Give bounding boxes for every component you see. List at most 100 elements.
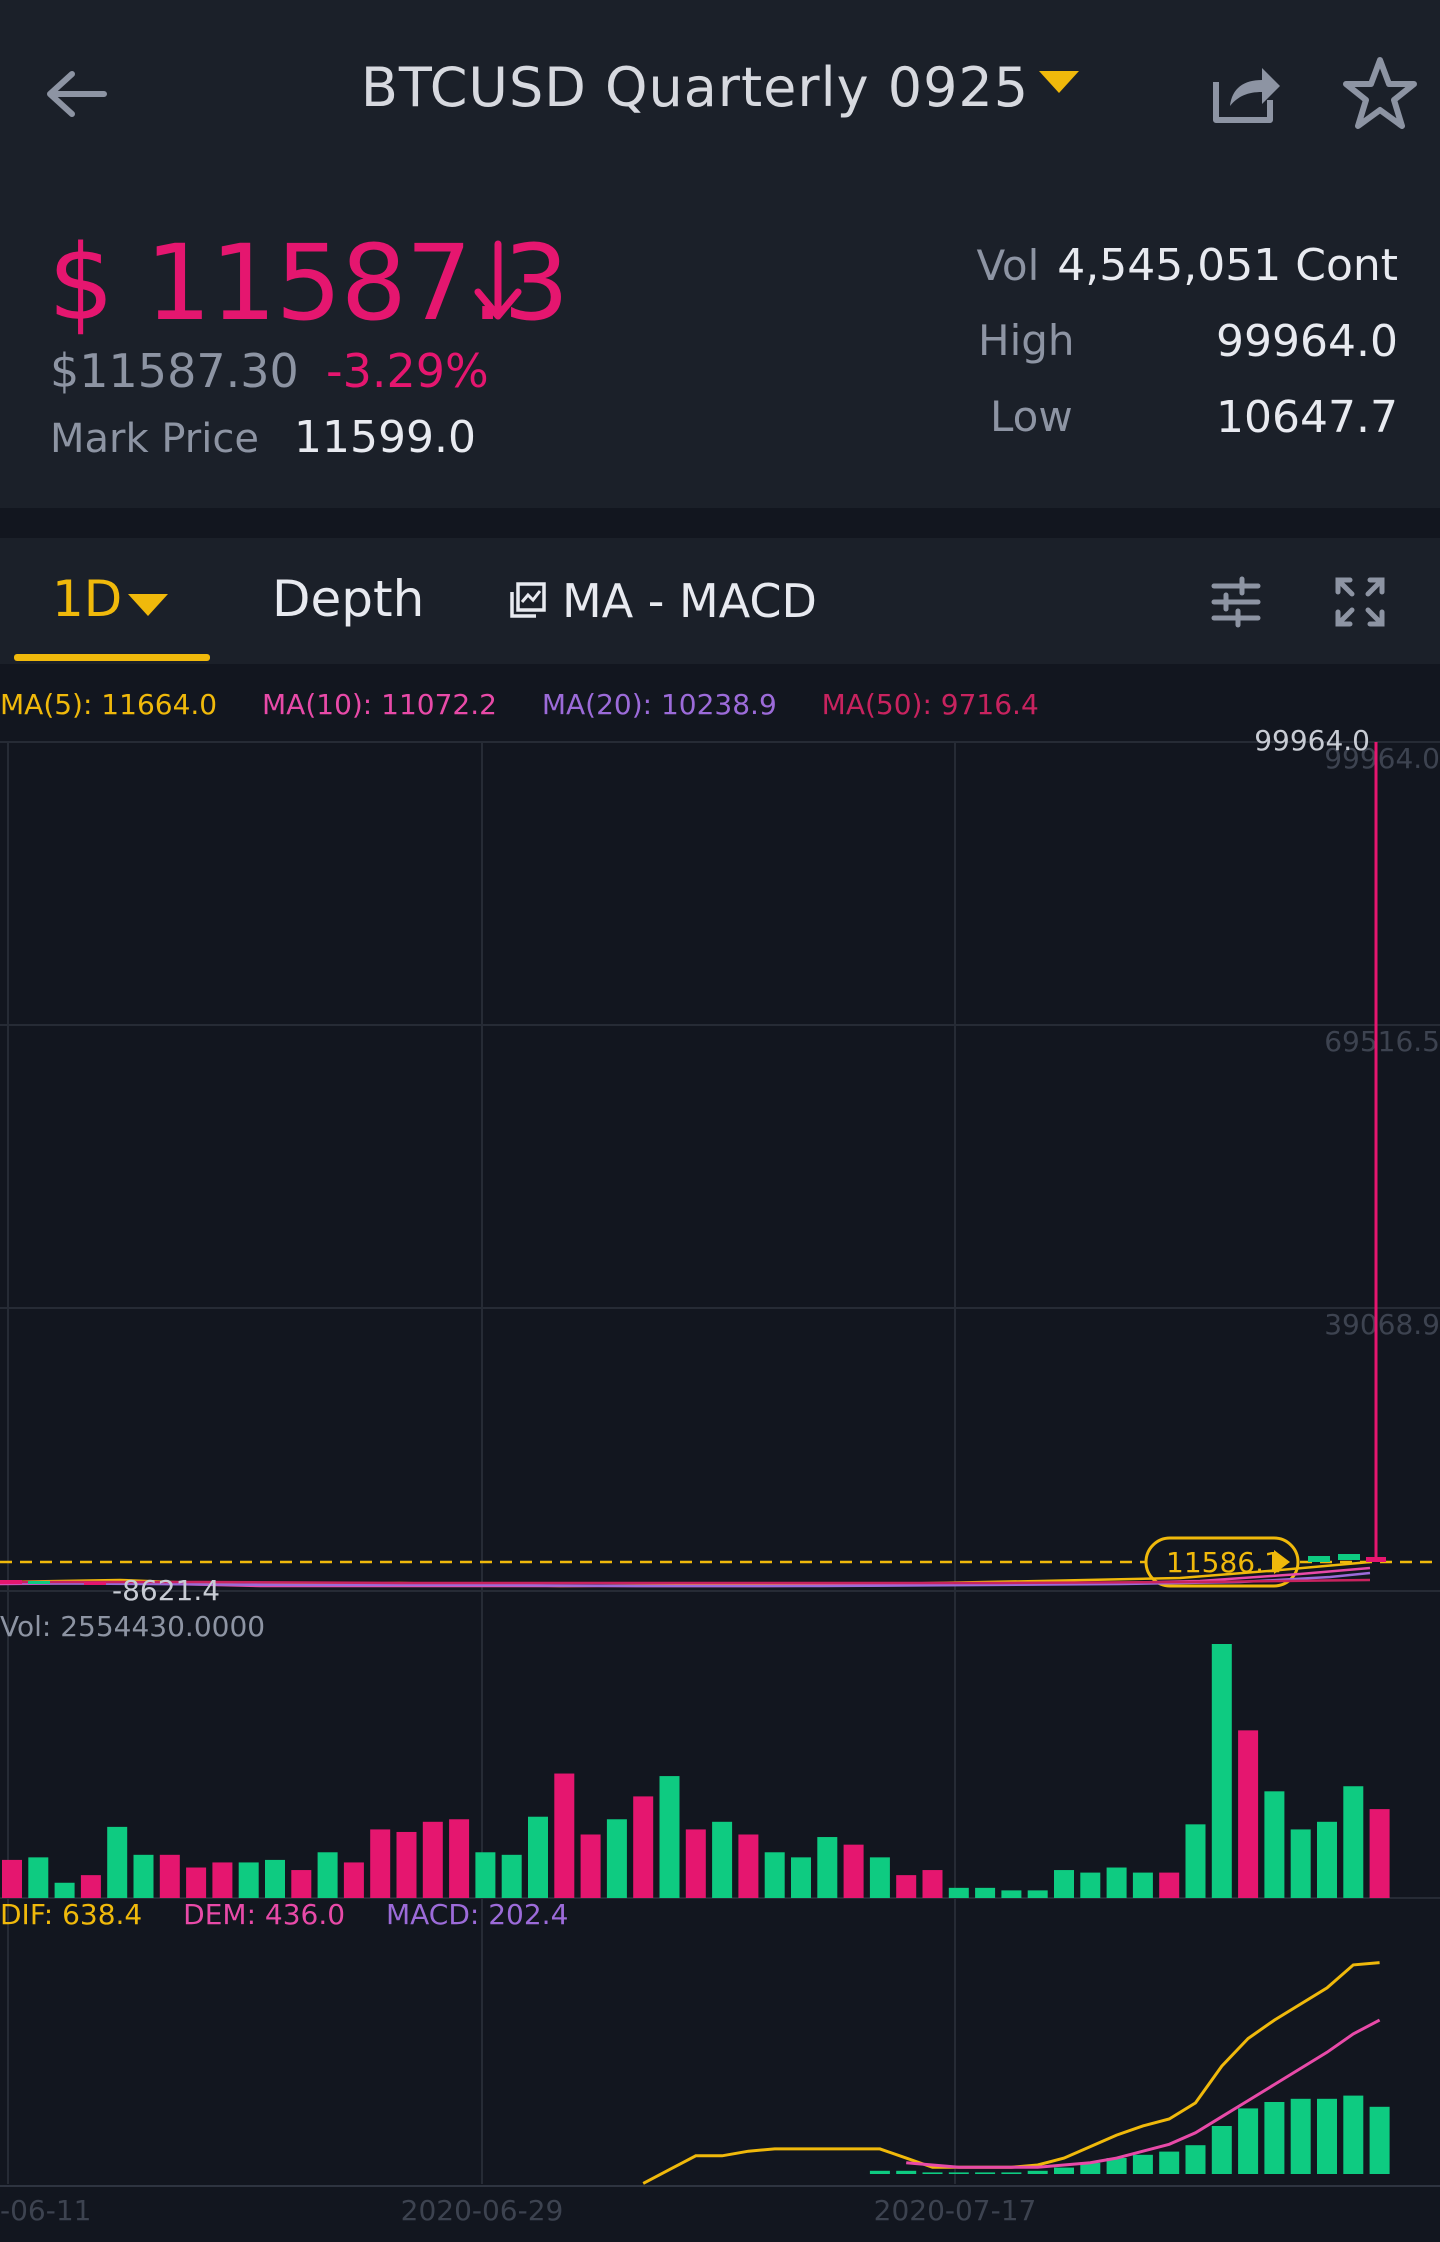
price-chart[interactable]: 99964.0 69516.5 39068.9 99964.0 11586.1 … — [0, 664, 1440, 2242]
macd-bar — [1290, 2098, 1311, 2174]
caret-down-icon[interactable] — [128, 594, 168, 616]
share-icon[interactable] — [1206, 54, 1284, 132]
volume-bar — [580, 1834, 601, 1898]
mark-price-label: Mark Price — [50, 416, 259, 462]
chart-tabs: 1D Depth MA - MACD — [0, 538, 1440, 664]
x-tick-label: 2020-06-29 — [401, 2194, 564, 2227]
y-axis-label: 69516.5 — [1324, 1025, 1440, 1058]
macd-legend: DIF: 638.4 DEM: 436.0 MACD: 202.4 — [0, 1898, 600, 1931]
volume-bar — [1080, 1872, 1101, 1898]
divider — [0, 508, 1440, 538]
low-stat: Low 10647.7 — [978, 392, 1398, 443]
volume-bar — [975, 1887, 996, 1898]
macd-bar — [1001, 2172, 1022, 2174]
high-stat: High 99964.0 — [978, 316, 1398, 367]
volume-bar — [948, 1887, 969, 1898]
x-tick-label: 2020-07-17 — [874, 2194, 1037, 2227]
chart-area[interactable]: MA(5): 11664.0 MA(10): 11072.2 MA(20): 1… — [0, 664, 1440, 2242]
volume-bar — [1027, 1890, 1048, 1898]
volume-bar — [159, 1854, 180, 1898]
high-label: High — [978, 316, 1075, 365]
macd-label: MACD: 202.4 — [385, 1898, 569, 1931]
macd-bar — [1211, 2126, 1232, 2174]
grid-lines — [0, 741, 1440, 2184]
max-price-label: 99964.0 — [1254, 724, 1370, 757]
macd-bar — [948, 2172, 969, 2174]
macd-bar — [975, 2172, 996, 2174]
volume-bar — [80, 1875, 101, 1898]
macd-bar — [1317, 2098, 1337, 2174]
volume-bar — [212, 1862, 233, 1898]
tab-indicators[interactable]: MA - MACD — [562, 574, 817, 628]
tab-interval[interactable]: 1D — [52, 570, 122, 628]
volume-bar — [712, 1821, 733, 1898]
macd-bar — [1264, 2102, 1285, 2174]
volume-bar — [1264, 1791, 1285, 1898]
volume-stat: Vol 4,545,051 Cont — [976, 240, 1398, 291]
volume-bar — [738, 1834, 759, 1898]
volume-bar — [1054, 1870, 1074, 1898]
volume-bar — [107, 1826, 128, 1898]
volume-bar — [1290, 1829, 1311, 1898]
vol-label: Vol — [976, 241, 1040, 290]
volume-bar — [554, 1773, 575, 1898]
price-change: -3.29% — [326, 344, 489, 398]
dif-label: DIF: 638.4 — [0, 1898, 143, 1931]
volume-bar — [869, 1857, 890, 1898]
volume-bar — [2, 1859, 22, 1898]
volume-bar — [606, 1819, 627, 1898]
volume-bar — [817, 1837, 838, 1898]
fullscreen-icon[interactable] — [1334, 576, 1386, 628]
macd-bar — [1132, 2154, 1153, 2174]
x-tick-label: -06-11 — [0, 2194, 91, 2227]
volume-bars — [2, 1644, 1390, 1898]
volume-bar — [133, 1854, 154, 1898]
low-value: 10647.7 — [1216, 392, 1398, 443]
macd-bar — [869, 2170, 890, 2174]
volume-bar — [422, 1821, 443, 1898]
indicator-icon[interactable] — [508, 580, 548, 620]
macd-histogram — [869, 2095, 1390, 2174]
vol-value: 4,545,051 Cont — [1057, 240, 1398, 291]
macd-bar — [1027, 2170, 1048, 2174]
volume-bar — [1159, 1872, 1180, 1898]
volume-bar — [659, 1776, 680, 1898]
volume-bar — [1001, 1890, 1022, 1898]
tab-depth[interactable]: Depth — [272, 570, 424, 628]
volume-bar — [1238, 1730, 1259, 1898]
volume-bar — [343, 1862, 364, 1898]
macd-bar — [1185, 2145, 1206, 2174]
macd-bar — [1159, 2151, 1180, 2174]
caret-down-icon[interactable] — [1039, 70, 1080, 93]
page-title[interactable]: BTCUSD Quarterly 0925 — [361, 56, 1029, 119]
volume-bar — [238, 1862, 259, 1898]
sliders-icon[interactable] — [1210, 576, 1262, 628]
volume-bar — [28, 1857, 49, 1898]
macd-bar — [896, 2170, 917, 2174]
volume-bar — [685, 1829, 706, 1898]
active-tab-indicator — [14, 654, 210, 661]
price-usd: $11587.30 — [50, 344, 299, 398]
low-label: Low — [990, 392, 1073, 441]
star-icon[interactable] — [1340, 54, 1420, 134]
volume-bar — [922, 1870, 943, 1898]
macd-bar — [1238, 2108, 1259, 2174]
volume-bar — [54, 1882, 75, 1898]
volume-legend: Vol: 2554430.0000 — [0, 1610, 266, 1643]
volume-bar — [633, 1796, 654, 1898]
volume-bar — [1317, 1821, 1337, 1898]
high-value: 99964.0 — [1216, 316, 1398, 367]
macd-bar — [1343, 2095, 1364, 2174]
y-axis-label: 39068.9 — [1324, 1308, 1440, 1341]
volume-bar — [1369, 1809, 1390, 1898]
macd-bar — [1054, 2167, 1074, 2174]
mark-price-value: 11599.0 — [294, 412, 476, 463]
volume-bar — [1343, 1786, 1364, 1898]
volume-bar — [501, 1854, 522, 1898]
volume-bar — [475, 1852, 496, 1898]
volume-bar — [449, 1819, 470, 1898]
volume-bar — [896, 1875, 917, 1898]
macd-bar — [922, 2172, 943, 2174]
volume-bar — [265, 1859, 285, 1898]
volume-bar — [791, 1857, 811, 1898]
